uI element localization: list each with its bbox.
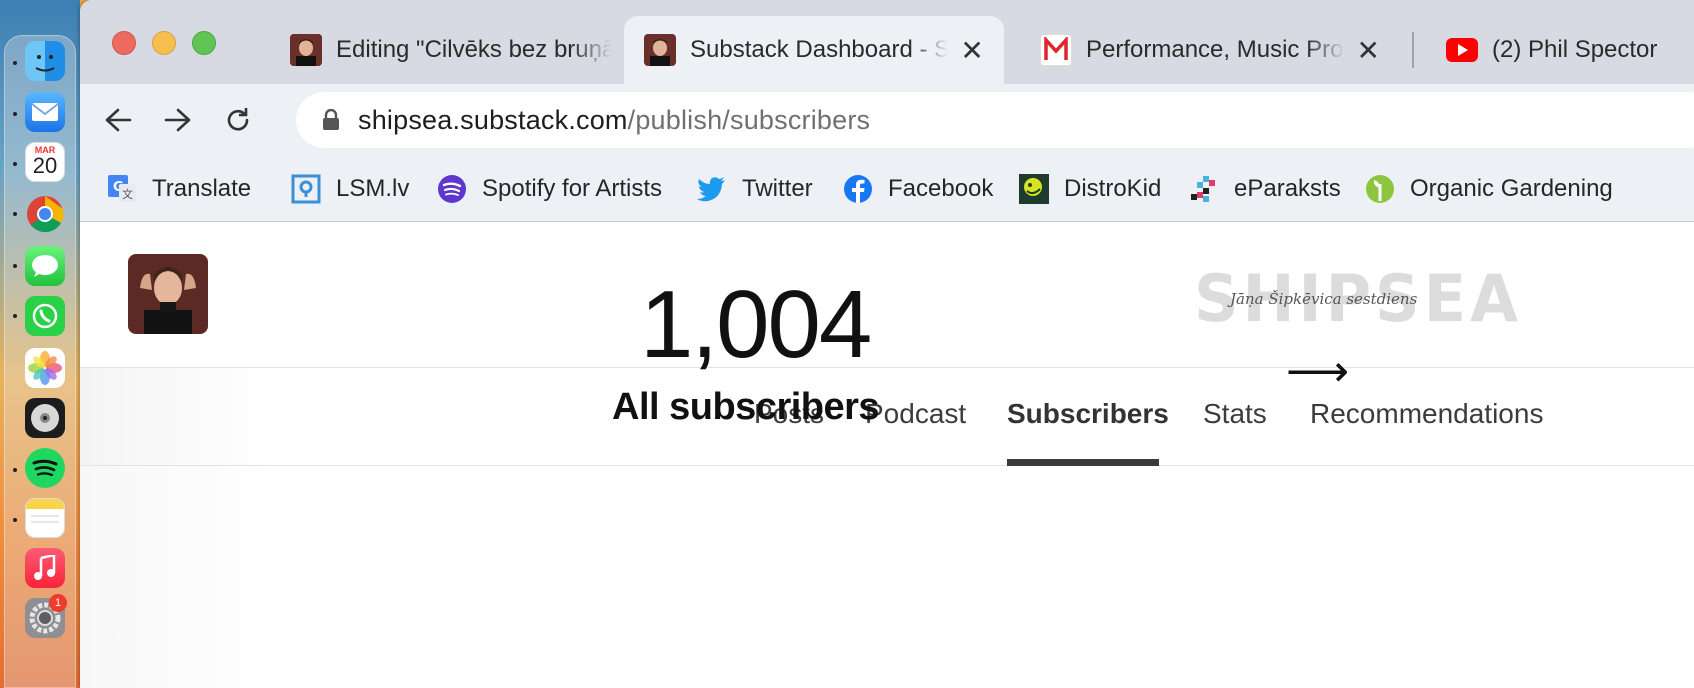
system-settings-icon[interactable]: 1 bbox=[25, 594, 67, 638]
notes-icon[interactable] bbox=[25, 498, 65, 538]
running-indicator bbox=[13, 468, 17, 472]
lock-icon bbox=[323, 109, 339, 130]
subscriber-count-label: All subscribers bbox=[612, 386, 880, 428]
calendar-icon[interactable]: MAR 20 bbox=[25, 142, 65, 182]
facebook-icon bbox=[842, 173, 874, 205]
svg-text:文: 文 bbox=[122, 187, 133, 201]
tab-title: Performance, Music Production bbox=[1086, 36, 1345, 63]
minimize-window-button[interactable] bbox=[152, 31, 176, 55]
bookmark-spotify-for-artists[interactable]: Spotify for Artists bbox=[436, 170, 662, 208]
tab-substack-dashboard[interactable]: Substack Dashboard - Shipsea ✕ bbox=[624, 16, 1004, 84]
portrait-favicon bbox=[644, 34, 676, 66]
bookmark-label: eParaksts bbox=[1234, 175, 1341, 202]
bookmark-lsm[interactable]: LSM.lv bbox=[290, 170, 409, 208]
tab-editing[interactable]: Editing "Cilvēks bez bruņām" ✕ bbox=[270, 16, 674, 84]
tab-close-icon[interactable]: ✕ bbox=[960, 34, 984, 67]
finder-icon[interactable] bbox=[25, 41, 65, 81]
nav-stats[interactable]: Stats bbox=[1203, 398, 1267, 430]
twitter-icon bbox=[696, 173, 728, 205]
nav-podcast[interactable]: Podcast bbox=[865, 398, 966, 430]
macos-dock-area: MAR 20 1 bbox=[0, 0, 80, 688]
running-indicator bbox=[13, 314, 17, 318]
tab-bar: Editing "Cilvēks bez bruņām" ✕ Substack … bbox=[80, 0, 1694, 84]
tab-separator bbox=[1412, 32, 1414, 68]
tab-close-icon[interactable]: ✕ bbox=[1357, 34, 1380, 67]
messages-icon[interactable] bbox=[25, 246, 65, 286]
back-arrow-icon bbox=[105, 108, 132, 132]
bookmark-label: LSM.lv bbox=[336, 175, 410, 202]
bookmark-facebook[interactable]: Facebook bbox=[842, 170, 993, 208]
publication-header: SHIPSEA Jāņa Šipkēvica sestdiens bbox=[80, 222, 1694, 368]
view-subscribers-arrow-icon[interactable]: ⟶ bbox=[1286, 346, 1349, 397]
distrokid-icon bbox=[1018, 173, 1050, 205]
close-window-button[interactable] bbox=[112, 31, 136, 55]
nav-subscribers[interactable]: Subscribers bbox=[1007, 398, 1169, 430]
subscriber-count: 1,004 bbox=[640, 271, 872, 378]
subscriber-stats bbox=[80, 466, 1694, 688]
bookmark-label: Organic Gardening bbox=[1410, 175, 1613, 202]
lsm-icon bbox=[290, 173, 322, 205]
bookmark-organic-gardening[interactable]: Organic Gardening bbox=[1364, 170, 1613, 208]
running-indicator bbox=[13, 162, 17, 166]
bookmark-label: Twitter bbox=[742, 175, 813, 202]
address-bar[interactable]: shipsea.substack.com/publish/subscribers bbox=[296, 92, 1694, 148]
running-indicator bbox=[13, 61, 17, 65]
active-tab-underline bbox=[1007, 459, 1159, 466]
tab-title: Substack Dashboard - Shipsea bbox=[690, 36, 949, 63]
spotify-icon bbox=[436, 173, 468, 205]
url-text: shipsea.substack.com/publish/subscribers bbox=[358, 105, 870, 136]
portrait-favicon bbox=[290, 34, 322, 66]
logic-pro-icon[interactable] bbox=[25, 398, 65, 438]
bookmark-label: Facebook bbox=[888, 175, 994, 202]
url-path: /publish/subscribers bbox=[627, 104, 871, 135]
bookmark-label: Translate bbox=[152, 175, 252, 202]
page-content: SHIPSEA Jāņa Šipkēvica sestdiens Posts P… bbox=[80, 222, 1694, 688]
gardening-icon bbox=[1364, 173, 1396, 205]
tab-youtube[interactable]: (2) Phil Spector bbox=[1426, 16, 1694, 84]
google-translate-icon: G文 bbox=[106, 173, 138, 205]
running-indicator bbox=[13, 112, 17, 116]
dashboard-nav: Posts Podcast Subscribers Stats Recommen… bbox=[80, 368, 1694, 466]
forward-arrow-icon bbox=[164, 108, 191, 132]
logo-script: Jāņa Šipkēvica sestdiens bbox=[1230, 290, 1418, 308]
bookmark-eparaksts[interactable]: eParaksts bbox=[1188, 170, 1341, 208]
whatsapp-icon[interactable] bbox=[25, 296, 65, 336]
tab-title: (2) Phil Spector bbox=[1492, 36, 1658, 63]
bookmark-label: DistroKid bbox=[1064, 175, 1162, 202]
chrome-icon[interactable] bbox=[25, 194, 65, 234]
nav-recommendations[interactable]: Recommendations bbox=[1310, 398, 1543, 430]
spotify-dock-icon[interactable] bbox=[25, 448, 65, 488]
bookmark-twitter[interactable]: Twitter bbox=[696, 170, 813, 208]
running-indicator bbox=[13, 264, 17, 268]
music-icon[interactable] bbox=[25, 548, 65, 588]
url-host: shipsea.substack.com bbox=[358, 104, 628, 135]
tab-title: Editing "Cilvēks bez bruņām" bbox=[336, 36, 612, 63]
bookmark-label: Spotify for Artists bbox=[482, 175, 663, 202]
dock: MAR 20 1 bbox=[4, 35, 76, 688]
eparaksts-icon bbox=[1188, 173, 1220, 205]
reload-icon bbox=[227, 108, 249, 131]
back-button[interactable] bbox=[94, 96, 142, 144]
bookmark-distrokid[interactable]: DistroKid bbox=[1018, 170, 1161, 208]
bookmark-translate[interactable]: G文 Translate bbox=[106, 170, 251, 208]
youtube-favicon bbox=[1446, 34, 1478, 66]
browser-window: Editing "Cilvēks bez bruņām" ✕ Substack … bbox=[80, 0, 1694, 688]
photos-icon[interactable] bbox=[25, 348, 65, 388]
publication-avatar[interactable] bbox=[128, 254, 208, 334]
reload-button[interactable] bbox=[214, 96, 262, 144]
tab-performance[interactable]: Performance, Music Production ✕ bbox=[1020, 16, 1400, 84]
running-indicator bbox=[13, 212, 17, 216]
running-indicator bbox=[13, 518, 17, 522]
notification-badge: 1 bbox=[49, 594, 67, 612]
mail-icon[interactable] bbox=[25, 92, 65, 132]
bookmarks-bar: G文 Translate LSM.lv Spotify for Artists … bbox=[80, 156, 1694, 222]
calendar-day: 20 bbox=[32, 153, 58, 178]
forward-button[interactable] bbox=[154, 96, 202, 144]
zoom-window-button[interactable] bbox=[192, 31, 216, 55]
m-logo-favicon bbox=[1040, 34, 1072, 66]
browser-toolbar: shipsea.substack.com/publish/subscribers bbox=[80, 84, 1694, 156]
shipsea-logo[interactable]: SHIPSEA Jāņa Šipkēvica sestdiens bbox=[1194, 260, 1518, 337]
